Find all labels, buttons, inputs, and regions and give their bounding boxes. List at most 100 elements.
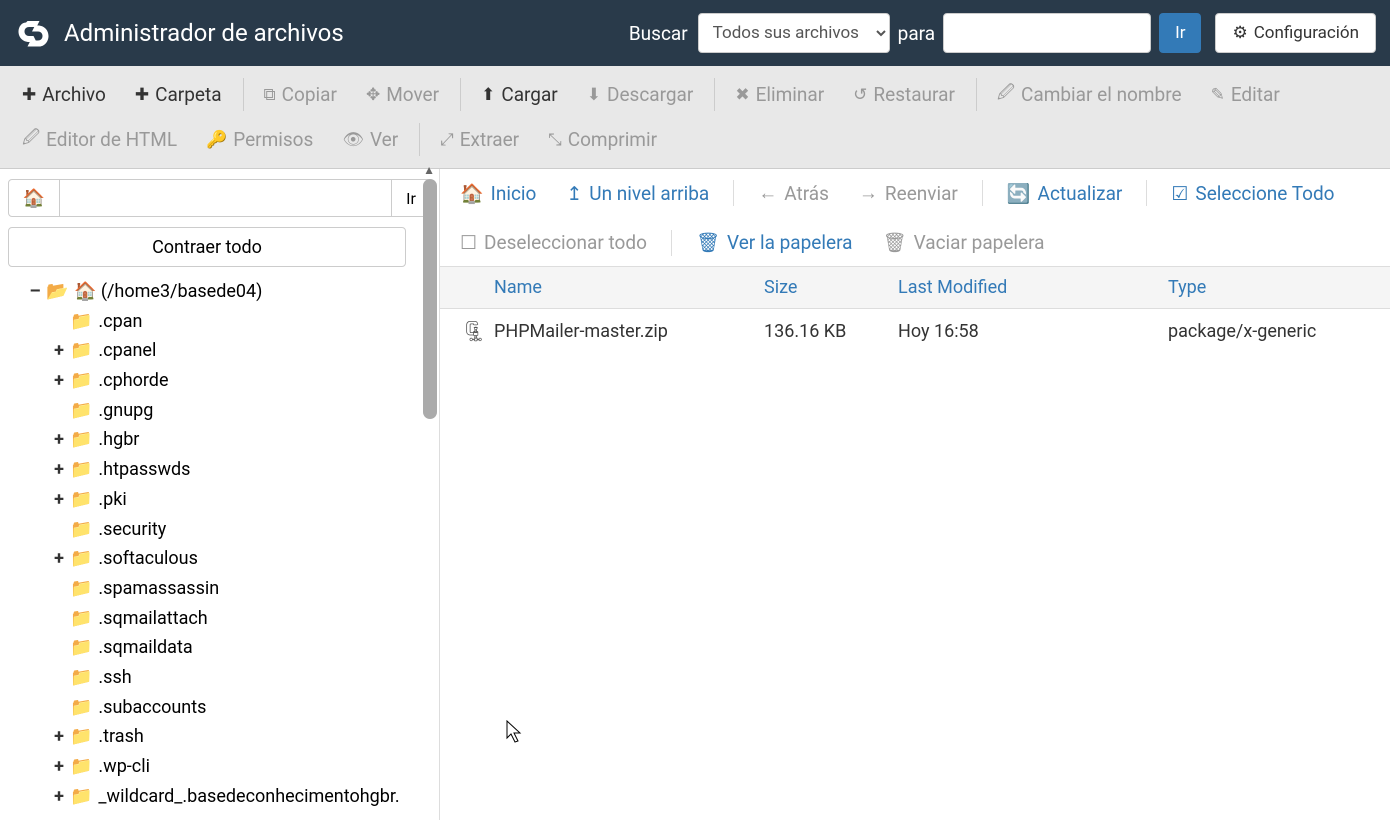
- search-go-button[interactable]: Ir: [1159, 13, 1201, 53]
- tree-root[interactable]: – 📂 🏠 (/home3/basede04): [8, 277, 431, 307]
- folder-button[interactable]: ✚Carpeta: [121, 72, 237, 117]
- expand-toggle-icon[interactable]: +: [52, 544, 66, 574]
- arrow-up-icon: ↥: [566, 182, 582, 205]
- html-icon: 🖉: [22, 125, 40, 154]
- upload-button[interactable]: ⬆Cargar: [467, 72, 573, 117]
- extract-button[interactable]: ⤢Extraer: [426, 117, 534, 162]
- home-icon: 🏠: [74, 277, 96, 307]
- tree-item[interactable]: 📁.sqmaildata: [8, 633, 431, 663]
- tree-item-label: .pki: [98, 485, 126, 515]
- expand-toggle-icon[interactable]: +: [52, 752, 66, 782]
- tree-item[interactable]: +📁.cphorde: [8, 366, 431, 396]
- folder-tree-pane: ▲ 🏠 Ir Contraer todo – 📂 🏠 (/home3/based…: [0, 169, 440, 820]
- download-icon: ⬇: [587, 85, 601, 105]
- expand-toggle-icon[interactable]: +: [52, 485, 66, 515]
- up-level-button[interactable]: ↥Un nivel arriba: [560, 178, 715, 209]
- permissions-button[interactable]: 🔑Permisos: [192, 117, 328, 162]
- copy-button[interactable]: ⧉Copiar: [250, 72, 352, 117]
- expand-toggle-icon[interactable]: +: [52, 722, 66, 752]
- tree-item[interactable]: +📁.hgbr: [8, 425, 431, 455]
- tree-item-label: .softaculous: [98, 544, 197, 574]
- tree-item[interactable]: +📁.cpanel: [8, 336, 431, 366]
- move-button[interactable]: ✥Mover: [352, 72, 454, 117]
- tree-item[interactable]: +📁.softaculous: [8, 544, 431, 574]
- view-trash-button[interactable]: 🗑Ver la papelera: [690, 227, 859, 258]
- home-action-button[interactable]: 🏠Inicio: [454, 178, 542, 209]
- refresh-icon: 🔄: [1007, 182, 1031, 205]
- search-for-label: para: [898, 22, 935, 45]
- folder-icon: 📁: [70, 455, 92, 485]
- arrow-left-icon: ←: [758, 181, 777, 205]
- home-icon: 🏠: [460, 182, 484, 205]
- scroll-up-arrow-icon: ▲: [423, 163, 435, 177]
- tree-item[interactable]: 📁.sqmailattach: [8, 604, 431, 634]
- home-path-button[interactable]: 🏠: [8, 179, 60, 217]
- folder-icon: 📁: [70, 604, 92, 634]
- delete-button[interactable]: ✖Eliminar: [721, 72, 839, 117]
- rename-button[interactable]: 🖉Cambiar el nombre: [983, 72, 1197, 117]
- tree-item-label: .cpanel: [98, 336, 156, 366]
- column-header-name[interactable]: Name: [494, 277, 764, 298]
- archive-file-icon: 🗜: [454, 319, 494, 343]
- download-button[interactable]: ⬇Descargar: [573, 72, 709, 117]
- tree-item-label: _wildcard_.basedeconhecimentohgbr.: [98, 782, 399, 812]
- html-editor-button[interactable]: 🖉Editor de HTML: [8, 117, 192, 162]
- search-scope-select[interactable]: Todos sus archivos: [698, 13, 890, 53]
- path-input[interactable]: [60, 179, 391, 217]
- folder-icon: 📁: [70, 782, 92, 812]
- tree-item[interactable]: 📁.security: [8, 515, 431, 545]
- select-all-button[interactable]: ☑Seleccione Todo: [1165, 178, 1340, 209]
- tree-item[interactable]: +📁_wildcard_.basedeconhecimentohgbr.: [8, 782, 431, 812]
- expand-toggle-icon[interactable]: +: [52, 336, 66, 366]
- arrow-right-icon: →: [859, 181, 878, 205]
- table-row[interactable]: 🗜PHPMailer-master.zip136.16 KBHoy 16:58p…: [440, 309, 1390, 353]
- expand-toggle-icon[interactable]: +: [52, 366, 66, 396]
- reload-button[interactable]: 🔄Actualizar: [1001, 178, 1128, 209]
- tree-item[interactable]: +📁.trash: [8, 722, 431, 752]
- tree-item[interactable]: +📁.htpasswds: [8, 455, 431, 485]
- folder-open-icon: 📂: [46, 277, 68, 307]
- file-button[interactable]: ✚Archivo: [8, 72, 121, 117]
- column-header-size[interactable]: Size: [764, 277, 898, 298]
- folder-icon: 📁: [70, 693, 92, 723]
- file-list-pane: 🏠Inicio ↥Un nivel arriba ←Atrás →Reenvia…: [440, 169, 1390, 820]
- edit-button[interactable]: ✎Editar: [1197, 72, 1295, 117]
- empty-trash-button[interactable]: 🗑Vaciar papelera: [876, 227, 1050, 258]
- collapse-toggle-icon[interactable]: –: [28, 277, 42, 307]
- folder-tree: – 📂 🏠 (/home3/basede04) 📁.cpan+📁.cpanel+…: [8, 277, 431, 811]
- cell-modified: Hoy 16:58: [898, 321, 1168, 342]
- forward-button[interactable]: →Reenviar: [853, 177, 964, 209]
- restore-button[interactable]: ↺Restaurar: [839, 72, 970, 117]
- compress-button[interactable]: ⤡Comprimir: [534, 117, 672, 162]
- expand-toggle-icon[interactable]: +: [52, 425, 66, 455]
- search-input[interactable]: [943, 13, 1151, 53]
- cell-name: PHPMailer-master.zip: [494, 321, 764, 342]
- tree-item[interactable]: 📁.ssh: [8, 663, 431, 693]
- plus-icon: ✚: [135, 85, 149, 105]
- scrollbar-thumb[interactable]: [423, 179, 437, 419]
- cpanel-logo: [14, 15, 50, 51]
- column-header-type[interactable]: Type: [1168, 277, 1376, 298]
- tree-item[interactable]: 📁.gnupg: [8, 396, 431, 426]
- cell-type: package/x-generic: [1168, 321, 1376, 342]
- folder-icon: 📁: [70, 633, 92, 663]
- expand-toggle-icon[interactable]: +: [52, 455, 66, 485]
- tree-item[interactable]: 📁.cpan: [8, 307, 431, 337]
- tree-item[interactable]: 📁.subaccounts: [8, 693, 431, 723]
- tree-item[interactable]: +📁.pki: [8, 485, 431, 515]
- back-button[interactable]: ←Atrás: [752, 177, 835, 209]
- unselect-all-button[interactable]: ☐Deseleccionar todo: [454, 227, 653, 258]
- tree-item-label: .ssh: [98, 663, 131, 693]
- folder-icon: 📁: [70, 752, 92, 782]
- view-button[interactable]: 👁Ver: [328, 117, 413, 162]
- collapse-all-button[interactable]: Contraer todo: [8, 227, 406, 267]
- tree-item[interactable]: 📁.spamassassin: [8, 574, 431, 604]
- trash-icon: 🗑: [882, 231, 906, 254]
- expand-toggle-icon[interactable]: +: [52, 782, 66, 812]
- tree-scrollbar[interactable]: ▲: [421, 169, 439, 820]
- tree-item[interactable]: +📁.wp-cli: [8, 752, 431, 782]
- settings-button[interactable]: ⚙ Configuración: [1215, 13, 1376, 53]
- table-body: 🗜PHPMailer-master.zip136.16 KBHoy 16:58p…: [440, 309, 1390, 353]
- move-icon: ✥: [366, 85, 380, 105]
- column-header-modified[interactable]: Last Modified: [898, 277, 1168, 298]
